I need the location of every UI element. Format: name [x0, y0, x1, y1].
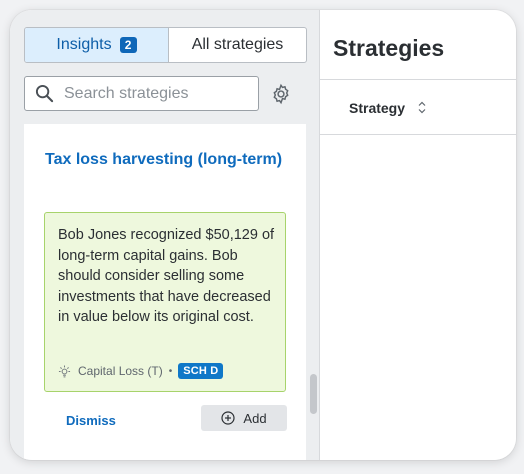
- tab-all-strategies-label: All strategies: [191, 36, 284, 53]
- insight-meta: Capital Loss (T) • SCH D: [58, 363, 224, 379]
- insight-card: Tax loss harvesting (long-term) Bob Jone…: [24, 124, 306, 460]
- insight-title[interactable]: Tax loss harvesting (long-term): [45, 146, 285, 173]
- search-icon: [35, 84, 54, 103]
- search-input[interactable]: [64, 84, 254, 103]
- add-button[interactable]: Add: [201, 405, 287, 431]
- lightbulb-icon: [58, 364, 71, 377]
- sort-icon[interactable]: [417, 100, 427, 115]
- page-title: Strategies: [333, 35, 445, 61]
- strategies-panel: Strategies Strategy: [320, 10, 516, 460]
- table-header: Strategy: [320, 80, 516, 135]
- add-button-label: Add: [243, 410, 267, 426]
- insight-description-box: Bob Jones recognized $50,129 of long-ter…: [44, 212, 286, 392]
- search-box: [24, 76, 259, 111]
- category-label: Capital Loss (T): [78, 364, 163, 378]
- column-header-strategy[interactable]: Strategy: [349, 100, 405, 116]
- gear-icon[interactable]: [270, 83, 292, 105]
- plus-circle-icon: [221, 411, 236, 425]
- insight-description: Bob Jones recognized $50,129 of long-ter…: [58, 227, 275, 325]
- insights-panel: Insights 2 All strategies Tax loss harve…: [10, 10, 320, 460]
- tab-all-strategies[interactable]: All strategies: [169, 28, 306, 62]
- strategies-header: Strategies: [320, 10, 516, 80]
- app-window: Insights 2 All strategies Tax loss harve…: [10, 10, 516, 460]
- dismiss-link[interactable]: Dismiss: [66, 413, 116, 428]
- meta-separator: •: [168, 365, 173, 377]
- tab-group: Insights 2 All strategies: [24, 27, 307, 63]
- insights-count-badge: 2: [119, 37, 137, 53]
- tab-insights[interactable]: Insights 2: [25, 28, 169, 62]
- scrollbar-thumb[interactable]: [310, 374, 317, 414]
- tab-insights-label: Insights: [56, 36, 112, 53]
- schedule-badge: SCH D: [178, 363, 224, 379]
- insights-list: Tax loss harvesting (long-term) Bob Jone…: [10, 124, 320, 460]
